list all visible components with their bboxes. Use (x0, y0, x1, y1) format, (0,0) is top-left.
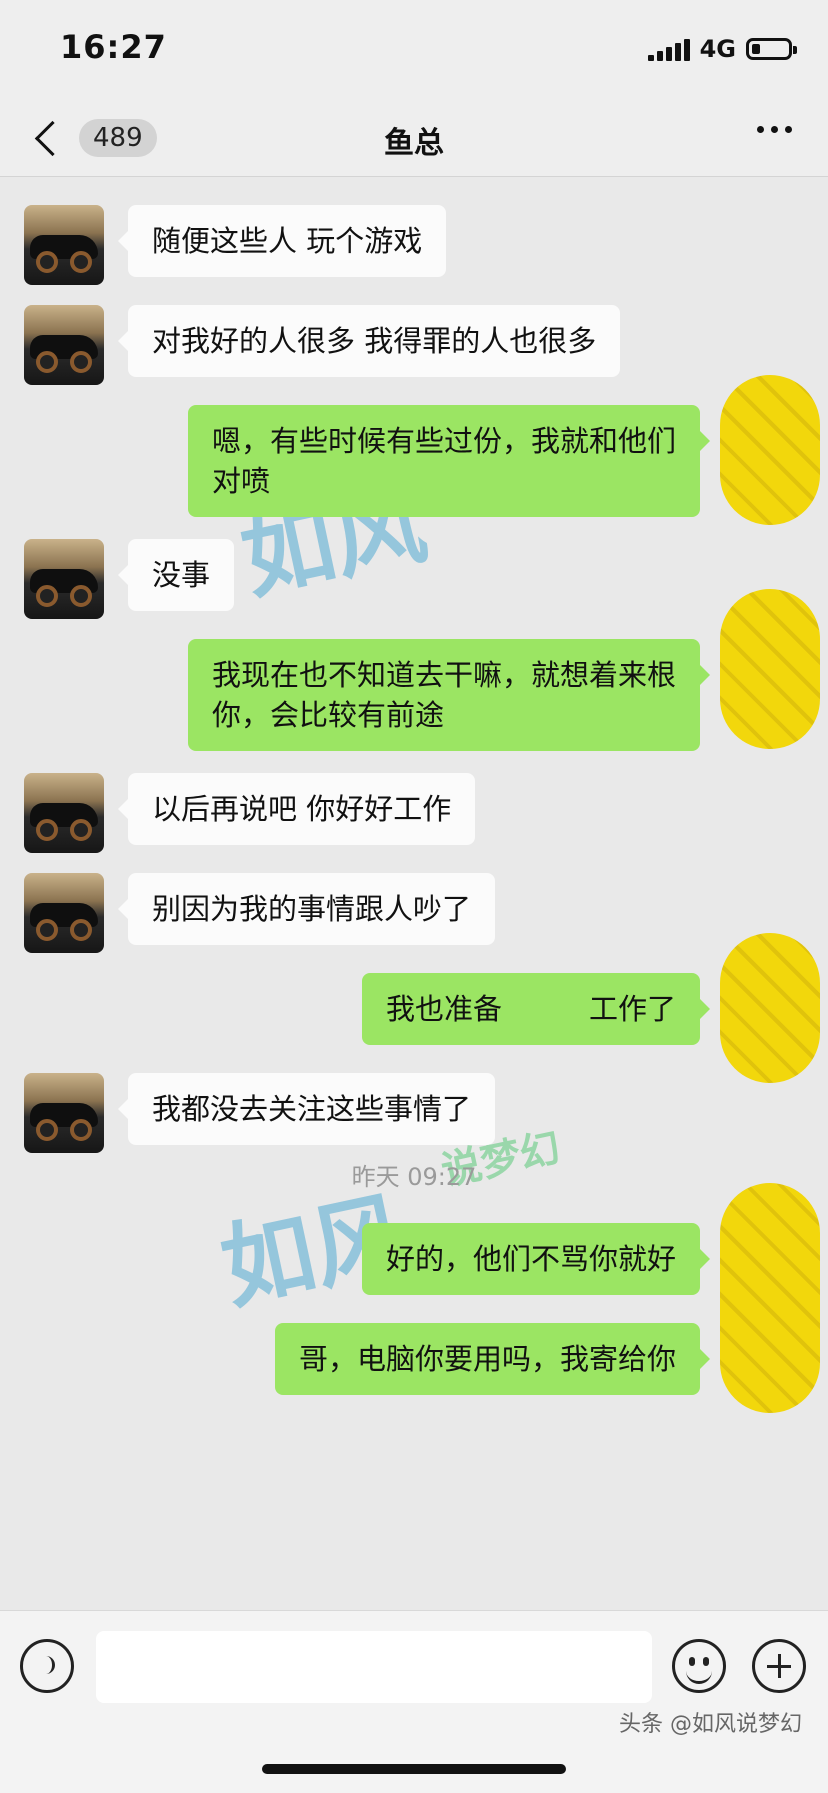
message-bubble-sent[interactable]: 哥，电脑你要用吗，我寄给你 (274, 1323, 711, 1395)
message-bubble-received[interactable]: 以后再说吧 你好好工作 (117, 773, 476, 845)
message-bubble-received[interactable]: 我都没去关注这些事情了 (117, 1073, 496, 1145)
message-bubble-sent[interactable]: 嗯，有些时候有些过份，我就和他们 对喷 (187, 405, 711, 517)
signal-icon (647, 37, 690, 61)
status-time: 16:27 (60, 28, 167, 66)
message-input[interactable] (96, 1631, 652, 1703)
avatar-self[interactable] (720, 375, 820, 525)
message-bubble-received[interactable]: 随便这些人 玩个游戏 (117, 205, 447, 277)
message-bubble-received[interactable]: 没事 (117, 539, 235, 611)
source-watermark: 头条 @如风说梦幻 (619, 1712, 802, 1737)
more-options-icon[interactable] (757, 126, 792, 133)
home-indicator[interactable] (262, 1764, 566, 1774)
chat-title: 鱼总 (384, 126, 444, 161)
message-bubble-received[interactable]: 对我好的人很多 我得罪的人也很多 (117, 305, 621, 377)
add-attachment-icon[interactable] (752, 1639, 806, 1693)
avatar[interactable] (24, 205, 104, 285)
avatar[interactable] (24, 873, 104, 953)
avatar-self[interactable] (720, 933, 820, 1083)
message-bubble-sent[interactable]: 我也准备 工作了 (361, 973, 711, 1045)
avatar[interactable] (24, 539, 104, 619)
avatar[interactable] (24, 773, 104, 853)
avatar[interactable] (24, 1073, 104, 1153)
voice-input-icon[interactable] (20, 1639, 74, 1693)
avatar[interactable] (24, 305, 104, 385)
message-bubble-sent[interactable]: 好的，他们不骂你就好 (361, 1223, 711, 1295)
chat-header: 489 鱼总 (0, 100, 828, 177)
message-bubble-received[interactable]: 别因为我的事情跟人吵了 (117, 873, 496, 945)
status-icons: 4G (647, 34, 797, 64)
message-bubble-sent[interactable]: 我现在也不知道去干嘛，就想着来根 你，会比较有前途 (187, 639, 711, 751)
network-label: 4G (699, 35, 736, 63)
avatar-self[interactable] (720, 589, 820, 749)
battery-icon (746, 38, 797, 60)
avatar-self[interactable] (720, 1183, 820, 1413)
message-timestamp: 昨天 09:27 (351, 1163, 477, 1191)
emoji-icon[interactable] (672, 1639, 726, 1693)
message-list[interactable]: 如风 说梦幻 如风 说梦幻 随便这些人 玩个游戏 对我好的人很多 我得罪的人也很… (0, 177, 828, 1610)
status-bar: 16:27 4G (0, 0, 828, 100)
